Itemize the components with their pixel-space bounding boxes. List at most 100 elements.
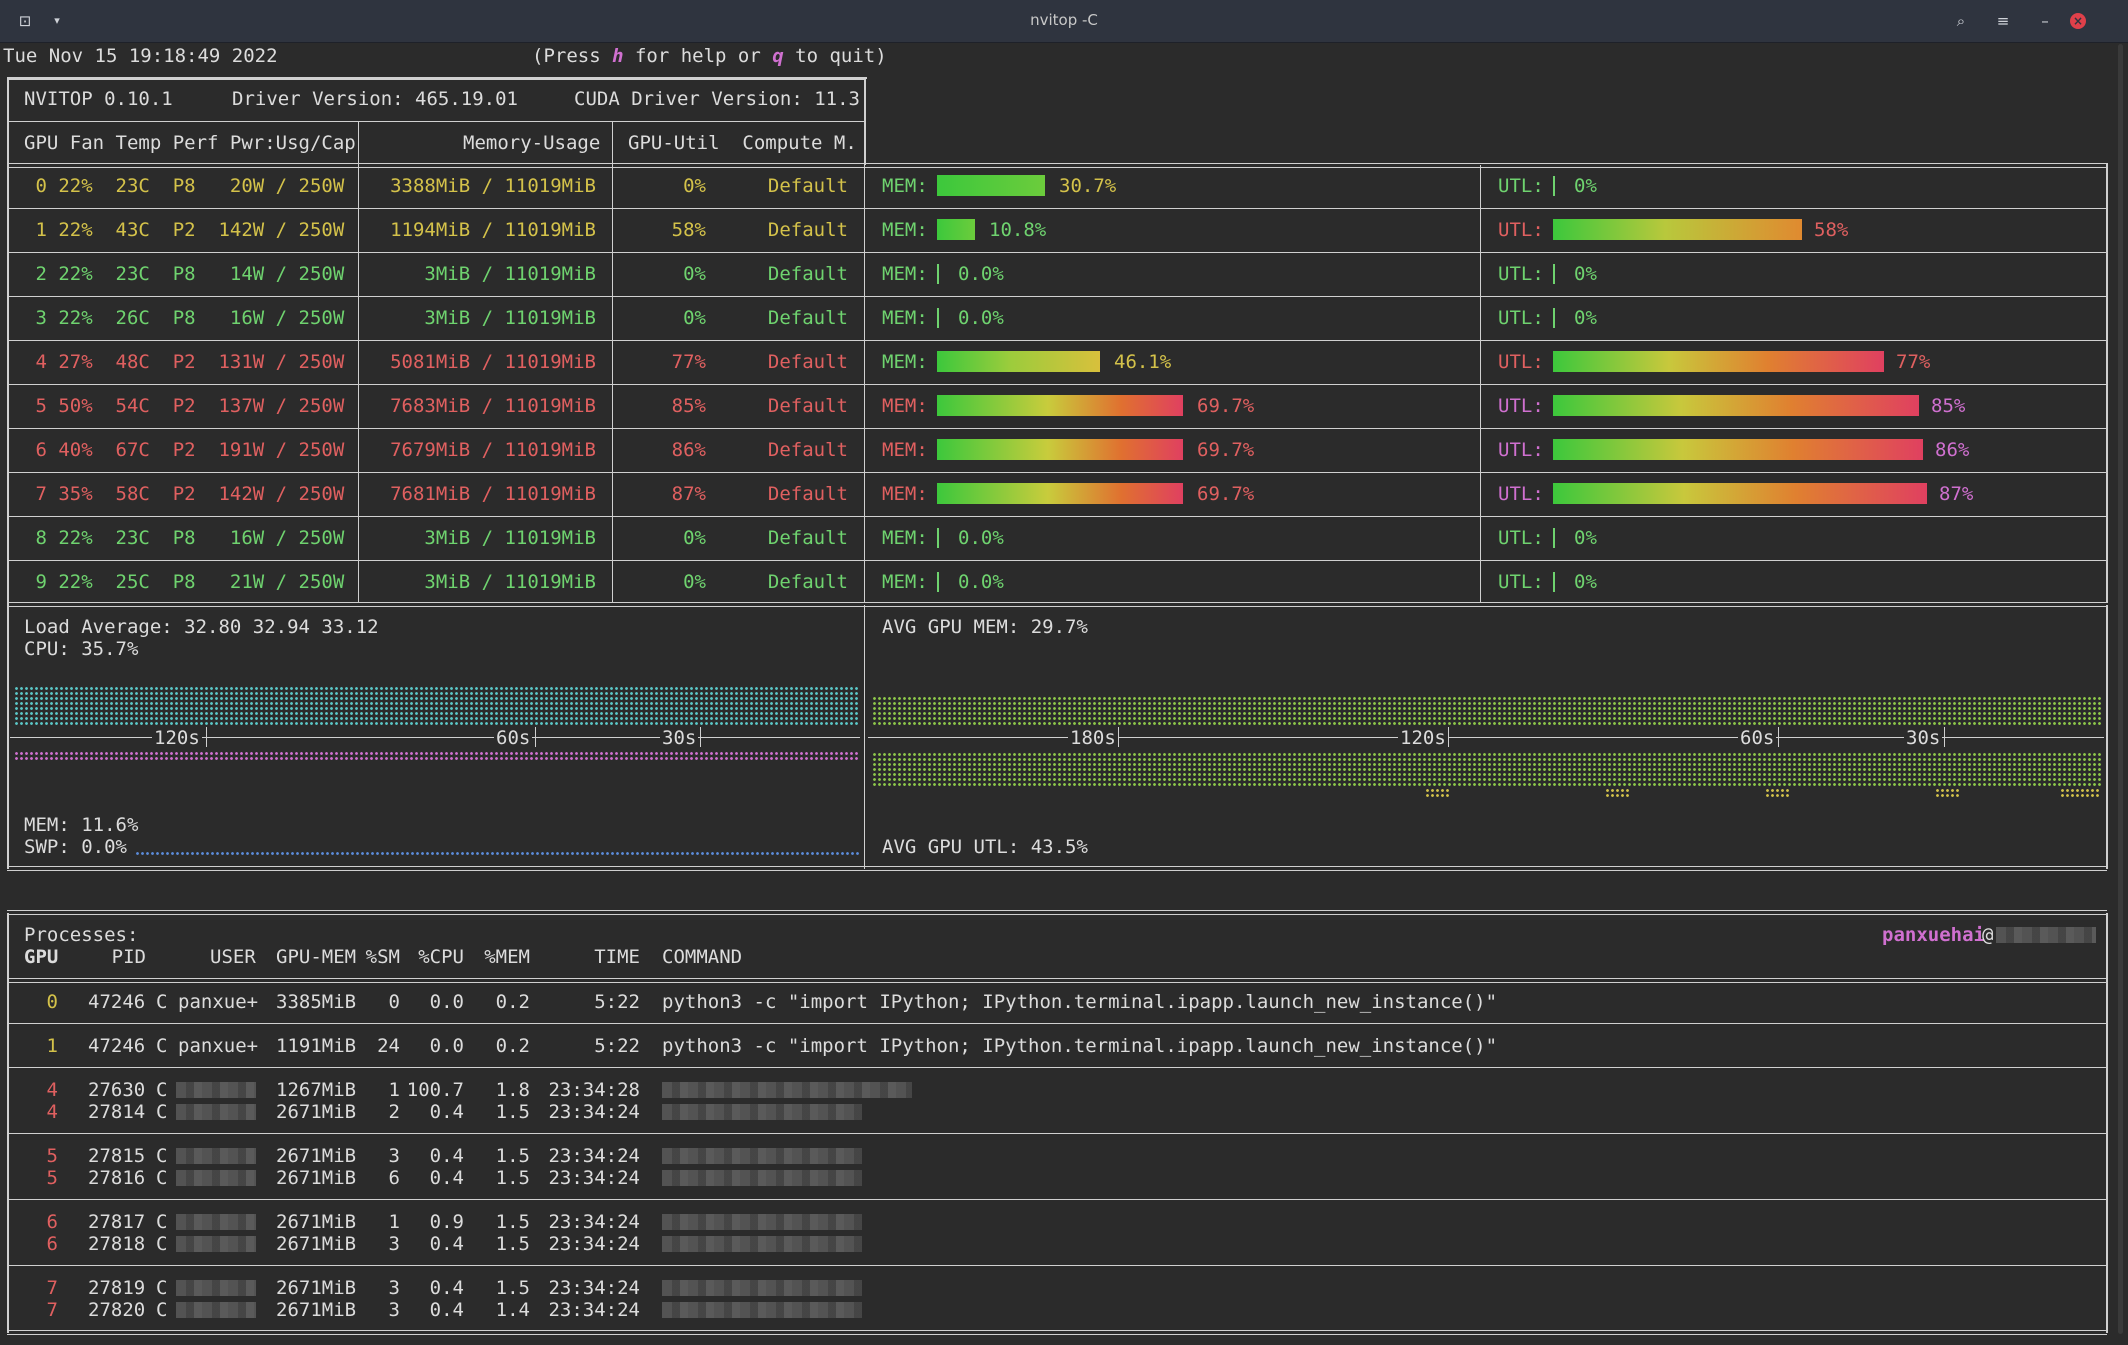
process-time: 23:34:24: [548, 1277, 640, 1299]
gpu-memory: 7681MiB / 11019MiB: [390, 483, 596, 505]
utl-label: UTL:: [1498, 483, 1544, 505]
process-cpu: 0.4: [429, 1233, 464, 1255]
process-gpu-mem: 2671MiB: [276, 1101, 357, 1123]
gpu-info: 1 22% 43C P2 142W / 250W: [24, 219, 345, 241]
mem-percent-label: 0.0%: [958, 571, 1004, 593]
mem-percent-label: 0.0%: [958, 307, 1004, 329]
process-cpu: 0.4: [429, 1277, 464, 1299]
gpu-util: 0%: [683, 571, 706, 593]
gpu-info: 3 22% 26C P8 16W / 250W: [24, 307, 345, 329]
process-command-redacted: [662, 1214, 862, 1230]
process-col-header: GPU-MEM: [276, 946, 357, 968]
process-gpu-mem: 2671MiB: [276, 1233, 357, 1255]
process-col-header: COMMAND: [662, 946, 743, 968]
gpu-info: 6 40% 67C P2 191W / 250W: [24, 439, 345, 461]
utl-percent-label: 0%: [1574, 263, 1597, 285]
scrollbar[interactable]: [2118, 44, 2123, 1334]
mem-percent-label: 0.0%: [958, 263, 1004, 285]
compute-mode: Default: [767, 307, 848, 329]
utl-bar: [1553, 308, 1555, 328]
process-pid: 27818: [88, 1233, 146, 1255]
process-mem: 0.2: [495, 991, 530, 1013]
tick-60s-right: 60s: [1738, 727, 1777, 749]
utl-percent-label: 86%: [1935, 439, 1970, 461]
process-user: panxuehai: [1882, 924, 1985, 946]
mem-label: MEM:: [882, 483, 928, 505]
process-sm: 1: [388, 1079, 400, 1101]
process-gpu: 5: [46, 1167, 58, 1189]
tick-60s-left: 60s: [494, 727, 533, 749]
mem-label: MEM:: [882, 307, 928, 329]
process-gpu-mem: 2671MiB: [276, 1277, 357, 1299]
mem-bar: [937, 395, 1183, 416]
tick-30s-right: 30s: [1904, 727, 1943, 749]
search-icon[interactable]: ⌕: [1950, 10, 1972, 32]
gpu-info: 9 22% 25C P8 21W / 250W: [24, 571, 345, 593]
mem-percent-label: 69.7%: [1197, 483, 1255, 505]
process-command: python3 -c "import IPython; IPython.term…: [662, 991, 1498, 1013]
cpu-history-graph: [14, 686, 860, 726]
process-gpu-mem: 1267MiB: [276, 1079, 357, 1101]
mem-percent-label: 46.1%: [1114, 351, 1172, 373]
compute-mode: Default: [767, 439, 848, 461]
process-gpu-mem: 2671MiB: [276, 1299, 357, 1321]
process-user-redacted: [176, 1280, 256, 1296]
swap-graph: [135, 851, 860, 857]
utl-bar: [1553, 439, 1923, 460]
process-gpu: 4: [46, 1079, 58, 1101]
utl-bar: [1553, 176, 1555, 196]
utl-label: UTL:: [1498, 263, 1544, 285]
utl-bar: [1553, 483, 1927, 504]
mem-bar: [937, 439, 1183, 460]
utl-label: UTL:: [1498, 175, 1544, 197]
utl-percent-label: 0%: [1574, 307, 1597, 329]
process-time: 23:34:24: [548, 1167, 640, 1189]
gpu-info: 5 50% 54C P2 137W / 250W: [24, 395, 345, 417]
close-icon[interactable]: ×: [2070, 13, 2086, 29]
utl-label: UTL:: [1498, 351, 1544, 373]
process-divider: [7, 1199, 2107, 1200]
process-mem: 1.4: [495, 1299, 530, 1321]
compute-mode: Default: [767, 175, 848, 197]
gpu-util: 0%: [683, 527, 706, 549]
process-pid: 47246: [88, 1035, 146, 1057]
col-header-memory: Memory-Usage: [463, 132, 601, 154]
process-pid: 27820: [88, 1299, 146, 1321]
process-type: C: [156, 991, 168, 1013]
process-divider: [7, 1023, 2107, 1024]
process-sm: 1: [388, 1211, 400, 1233]
mem-bar: [937, 528, 939, 548]
menu-icon[interactable]: ≡: [1992, 10, 2014, 32]
utl-percent-label: 87%: [1939, 483, 1974, 505]
process-mem: 0.2: [495, 1035, 530, 1057]
gpu-info: 2 22% 23C P8 14W / 250W: [24, 263, 345, 285]
process-user-redacted: [176, 1236, 256, 1252]
avg-utl-graph: [872, 752, 2102, 788]
compute-mode: Default: [767, 571, 848, 593]
process-cpu: 0.0: [429, 991, 464, 1013]
process-sm: 6: [388, 1167, 400, 1189]
mem-percent-label: 69.7%: [1197, 395, 1255, 417]
process-gpu: 7: [46, 1277, 58, 1299]
gpu-memory: 7683MiB / 11019MiB: [390, 395, 596, 417]
process-user-redacted: [176, 1302, 256, 1318]
utl-bar: [1553, 528, 1555, 548]
tick-120s-left: 120s: [152, 727, 202, 749]
process-time: 23:34:24: [548, 1299, 640, 1321]
process-col-header: GPU: [24, 946, 59, 968]
mem-label: MEM:: [882, 351, 928, 373]
utl-percent-label: 58%: [1814, 219, 1849, 241]
minimize-icon[interactable]: –: [2034, 10, 2056, 32]
processes-title: Processes:: [24, 924, 139, 946]
process-gpu: 6: [46, 1233, 58, 1255]
process-gpu: 6: [46, 1211, 58, 1233]
gpu-history-graph: [14, 751, 860, 761]
mem-bar: [937, 264, 939, 284]
compute-mode: Default: [767, 219, 848, 241]
process-time: 5:22: [594, 991, 640, 1013]
mem-label: MEM:: [882, 395, 928, 417]
process-pid: 47246: [88, 991, 146, 1013]
process-cpu: 0.9: [429, 1211, 464, 1233]
mem-percent-label: 0.0%: [958, 527, 1004, 549]
mem-label: MEM:: [882, 571, 928, 593]
